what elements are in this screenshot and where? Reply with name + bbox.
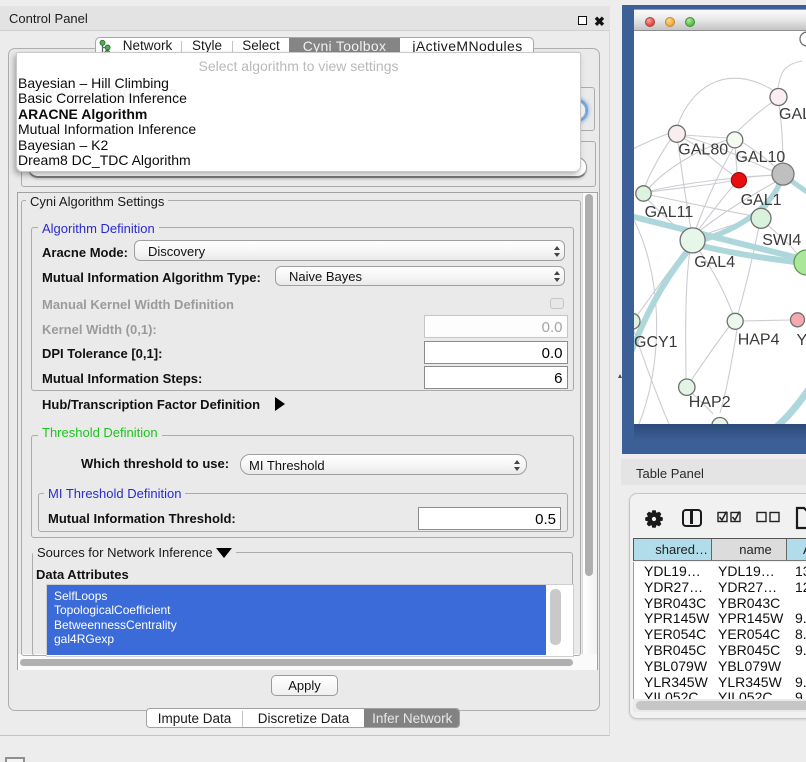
svg-text:HAP2: HAP2: [689, 394, 731, 411]
svg-text:HAP4: HAP4: [738, 332, 780, 349]
svg-text:GAL80: GAL80: [678, 142, 728, 159]
svg-text:GAL7: GAL7: [779, 106, 806, 123]
svg-text:YB: YB: [797, 332, 806, 349]
svg-text:GAL10: GAL10: [736, 149, 786, 166]
svg-text:GAL1: GAL1: [741, 192, 782, 209]
svg-text:GAL11: GAL11: [645, 204, 694, 221]
svg-text:SWI4: SWI4: [762, 232, 801, 249]
svg-text:GAL4: GAL4: [694, 254, 735, 271]
svg-text:GCY1: GCY1: [634, 334, 678, 351]
